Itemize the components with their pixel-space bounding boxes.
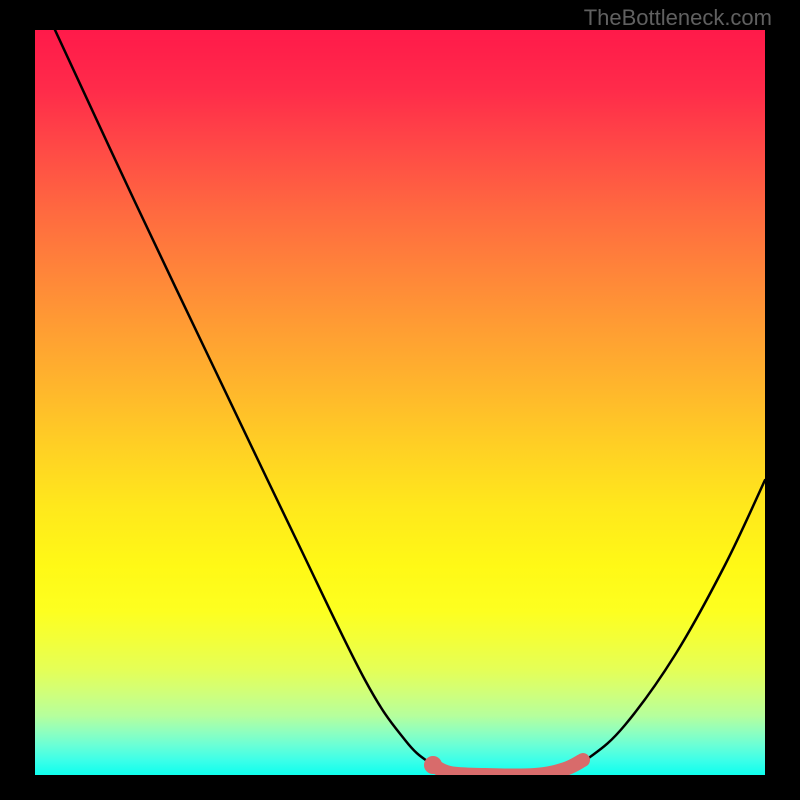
- highlight-dot-marker: [424, 756, 442, 774]
- highlight-segment-line: [433, 760, 583, 775]
- watermark-text: TheBottleneck.com: [584, 5, 772, 31]
- chart-svg: [35, 30, 765, 775]
- chart-plot-area: [35, 30, 765, 775]
- main-curve-line: [55, 30, 765, 775]
